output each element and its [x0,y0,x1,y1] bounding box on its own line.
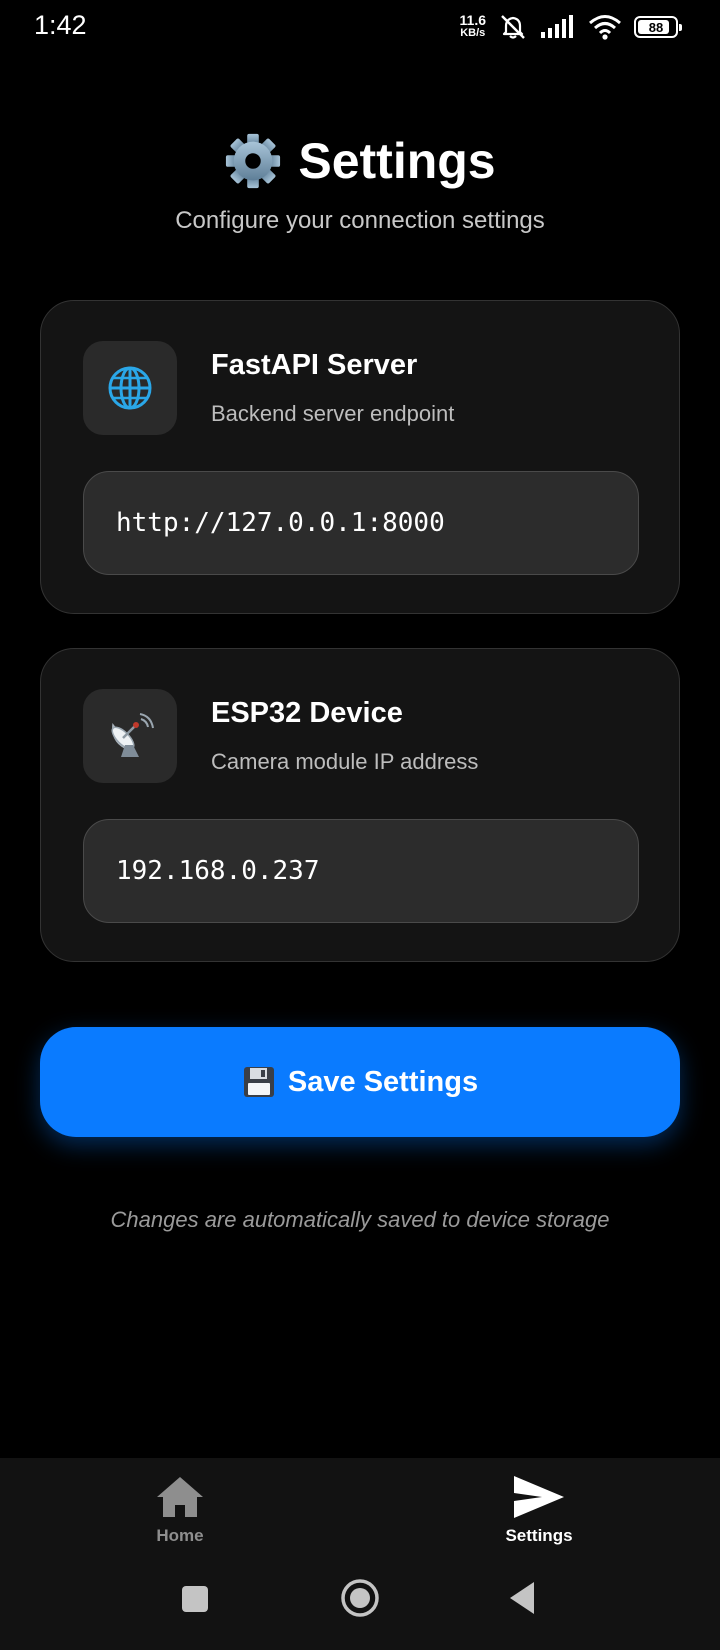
fastapi-server-card: FastAPI Server Backend server endpoint [40,300,680,614]
save-settings-label: Save Settings [287,1065,479,1098]
status-icons: 11.6 KB/s 88 [459,10,682,44]
home-icon [157,1477,203,1517]
system-navigation-bar [0,1574,720,1634]
gear-icon [226,133,281,189]
tab-settings-label: Settings [505,1526,573,1545]
floppy-disk-icon [243,1067,274,1097]
card-icon-box [83,689,177,783]
page-title: Settings [224,132,496,190]
home-button[interactable] [340,1578,380,1618]
battery-level: 88 [648,19,664,35]
fastapi-server-description: Backend server endpoint [211,401,455,426]
globe-icon [108,366,152,410]
status-time: 1:42 [34,10,87,40]
esp32-device-title: ESP32 Device [211,697,403,729]
card-icon-box [83,341,177,435]
wifi-icon [589,15,621,40]
signal-icon [541,15,573,38]
network-speed: 11.6 KB/s [459,12,486,40]
tab-home-label: Home [156,1526,204,1545]
esp32-device-description: Camera module IP address [211,749,479,774]
recents-button[interactable] [180,1584,210,1614]
send-icon [514,1476,564,1518]
battery-icon: 88 [634,16,682,38]
mute-icon [501,15,525,39]
tab-settings[interactable]: Settings [439,1474,639,1546]
esp32-device-card: ESP32 Device Camera module IP address [40,648,680,962]
satellite-dish-icon [111,713,154,757]
server-url-input[interactable] [83,471,639,575]
network-speed-value: 11.6 [459,12,486,28]
autosave-note: Changes are automatically saved to devic… [110,1207,610,1232]
page-subtitle: Configure your connection settings [175,207,545,234]
page-header: Settings Configure your connection setti… [0,132,720,235]
network-speed-unit: KB/s [460,27,486,39]
tab-home[interactable]: Home [80,1474,280,1546]
page-title-text: Settings [298,133,496,189]
esp32-ip-input[interactable] [83,819,639,923]
fastapi-server-title: FastAPI Server [211,349,418,381]
back-button[interactable] [507,1580,537,1616]
status-bar: 1:42 11.6 KB/s 88 [0,0,720,56]
save-settings-button[interactable]: Save Settings [40,1027,680,1137]
